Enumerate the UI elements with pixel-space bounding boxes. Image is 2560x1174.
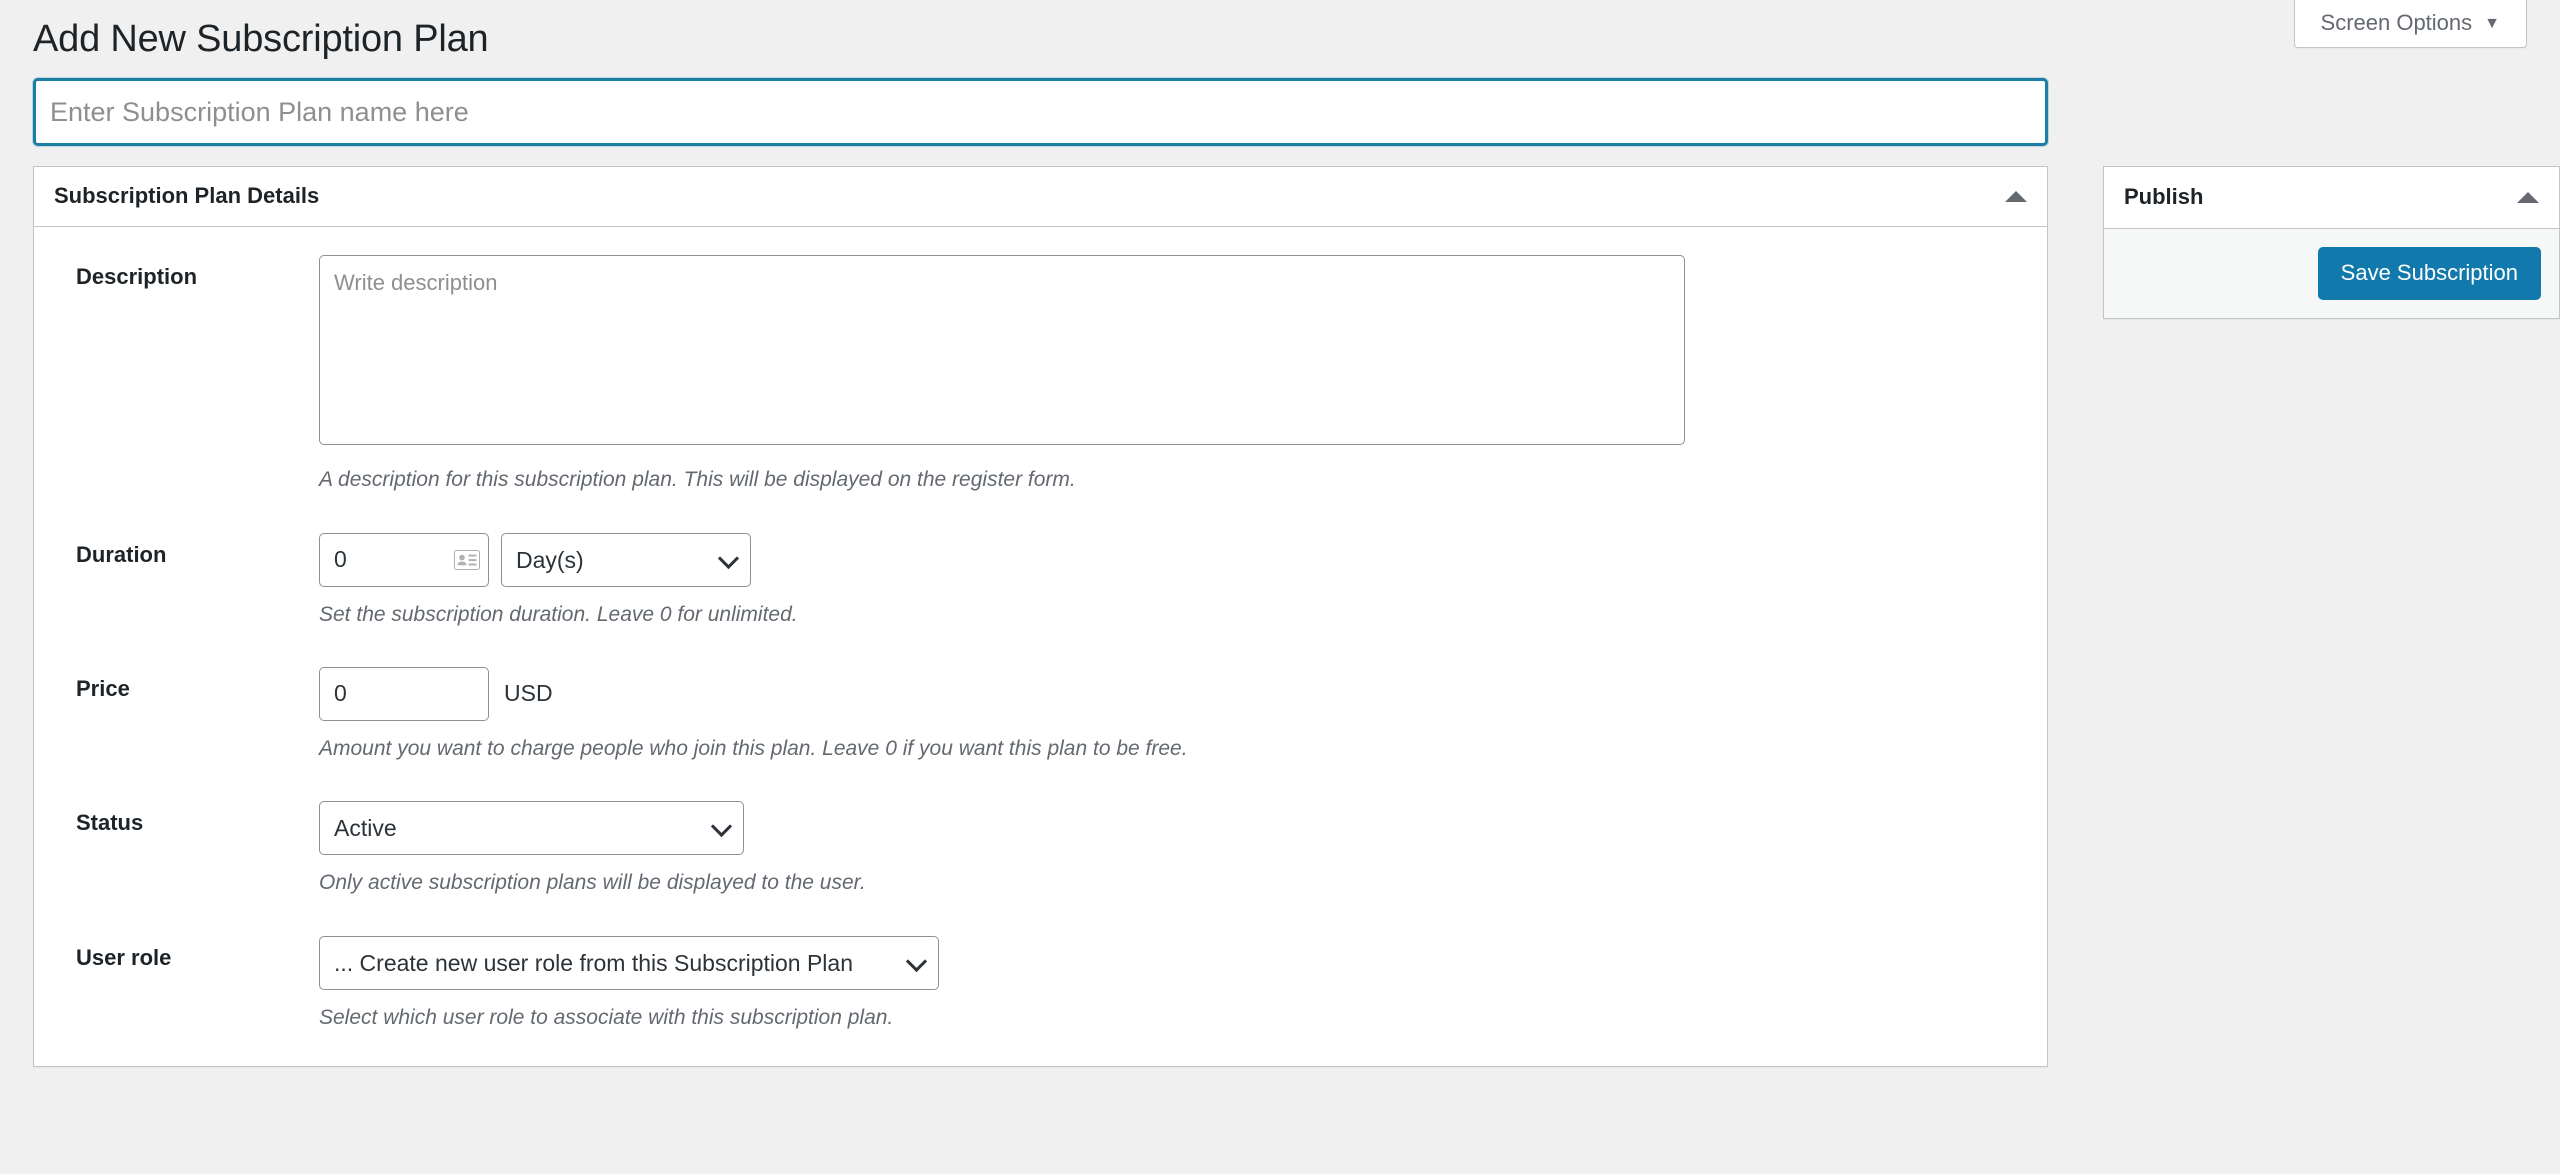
user-role-help-text: Select which user role to associate with… xyxy=(319,1005,894,1029)
duration-number-input[interactable] xyxy=(319,532,489,587)
duration-controls: Day(s) xyxy=(319,532,2017,587)
field-row-duration: Duration 0 Day(s) Set the subscription d… xyxy=(54,509,2027,643)
duration-unit-select[interactable]: Day(s) xyxy=(501,532,751,587)
publish-panel-collapse-toggle[interactable] xyxy=(2497,167,2559,228)
field-user-role: ... Create new user role from this Subsc… xyxy=(309,912,2027,1046)
panel-heading: Subscription Plan Details xyxy=(54,183,320,209)
triangle-up-icon xyxy=(2005,191,2027,203)
price-controls: USD xyxy=(319,666,2017,721)
status-help-text: Only active subscription plans will be d… xyxy=(319,871,866,895)
sidebar-column: Publish Save Subscription xyxy=(2103,166,2560,350)
panel-collapse-toggle[interactable] xyxy=(1985,167,2047,226)
duration-unit-wrapper: Day(s) xyxy=(501,532,751,587)
publish-panel-heading: Publish xyxy=(2124,184,2204,210)
price-help-text: Amount you want to charge people who joi… xyxy=(319,736,1188,760)
field-row-description: Description A description for this subsc… xyxy=(54,227,2027,508)
label-price: Price xyxy=(76,675,130,701)
panel-body: Description A description for this subsc… xyxy=(34,227,2047,1066)
label-status: Status xyxy=(76,810,144,836)
user-role-select-wrapper: ... Create new user role from this Subsc… xyxy=(319,935,939,990)
field-duration: Day(s) Set the subscription duration. Le… xyxy=(309,509,2027,643)
label-description: Description xyxy=(76,264,198,290)
user-role-select[interactable]: ... Create new user role from this Subsc… xyxy=(319,935,939,990)
post-body: Subscription Plan Details Description Wr… xyxy=(33,166,2560,1068)
field-row-price: Price USD Amount you want to charge peop… xyxy=(54,643,2027,777)
main-column: Subscription Plan Details Description Wr… xyxy=(33,166,2048,1068)
screen-options-button[interactable]: Screen Options ▼ xyxy=(2293,0,2527,49)
duration-input-wrapper xyxy=(319,532,489,587)
description-textarea[interactable] xyxy=(319,255,1685,446)
status-select[interactable]: Active xyxy=(319,801,744,856)
field-status: Active Only active subscription plans wi… xyxy=(309,777,2027,911)
chevron-down-icon: ▼ xyxy=(2484,15,2500,32)
subscription-plan-title-input[interactable] xyxy=(33,78,2048,147)
subscription-plan-details-panel: Subscription Plan Details Description Wr… xyxy=(33,166,2048,1068)
field-price: USD Amount you want to charge people who… xyxy=(309,643,2027,777)
publish-panel: Publish Save Subscription xyxy=(2103,166,2560,319)
publishing-actions: Save Subscription xyxy=(2104,229,2559,318)
field-description: A description for this subscription plan… xyxy=(309,227,2027,508)
field-row-user-role: User role ... Create new user role from … xyxy=(54,912,2027,1046)
label-duration: Duration xyxy=(76,541,167,567)
price-number-input[interactable] xyxy=(319,666,489,721)
publish-panel-body: Save Subscription xyxy=(2104,229,2559,318)
screen-options-label: Screen Options xyxy=(2320,10,2473,35)
triangle-up-icon xyxy=(2517,192,2539,204)
label-user-role: User role xyxy=(76,944,172,970)
status-select-wrapper: Active xyxy=(319,801,744,856)
subscription-plan-form: Description A description for this subsc… xyxy=(54,227,2027,1046)
save-subscription-button[interactable]: Save Subscription xyxy=(2317,247,2541,300)
description-help-text: A description for this subscription plan… xyxy=(319,468,1076,492)
page-title: Add New Subscription Plan xyxy=(33,18,489,60)
duration-help-text: Set the subscription duration. Leave 0 f… xyxy=(319,602,798,626)
screen-meta-links: Screen Options ▼ xyxy=(2293,0,2527,49)
field-row-status: Status Active Only active subscription p… xyxy=(54,777,2027,911)
publish-panel-header: Publish xyxy=(2104,167,2559,230)
submit-box: Save Subscription xyxy=(2104,229,2559,318)
panel-header: Subscription Plan Details xyxy=(34,167,2047,228)
page-wrap: Add New Subscription Plan Subscription P… xyxy=(0,0,2560,1068)
price-currency-label: USD xyxy=(504,680,553,707)
title-field-wrapper xyxy=(33,78,2048,147)
